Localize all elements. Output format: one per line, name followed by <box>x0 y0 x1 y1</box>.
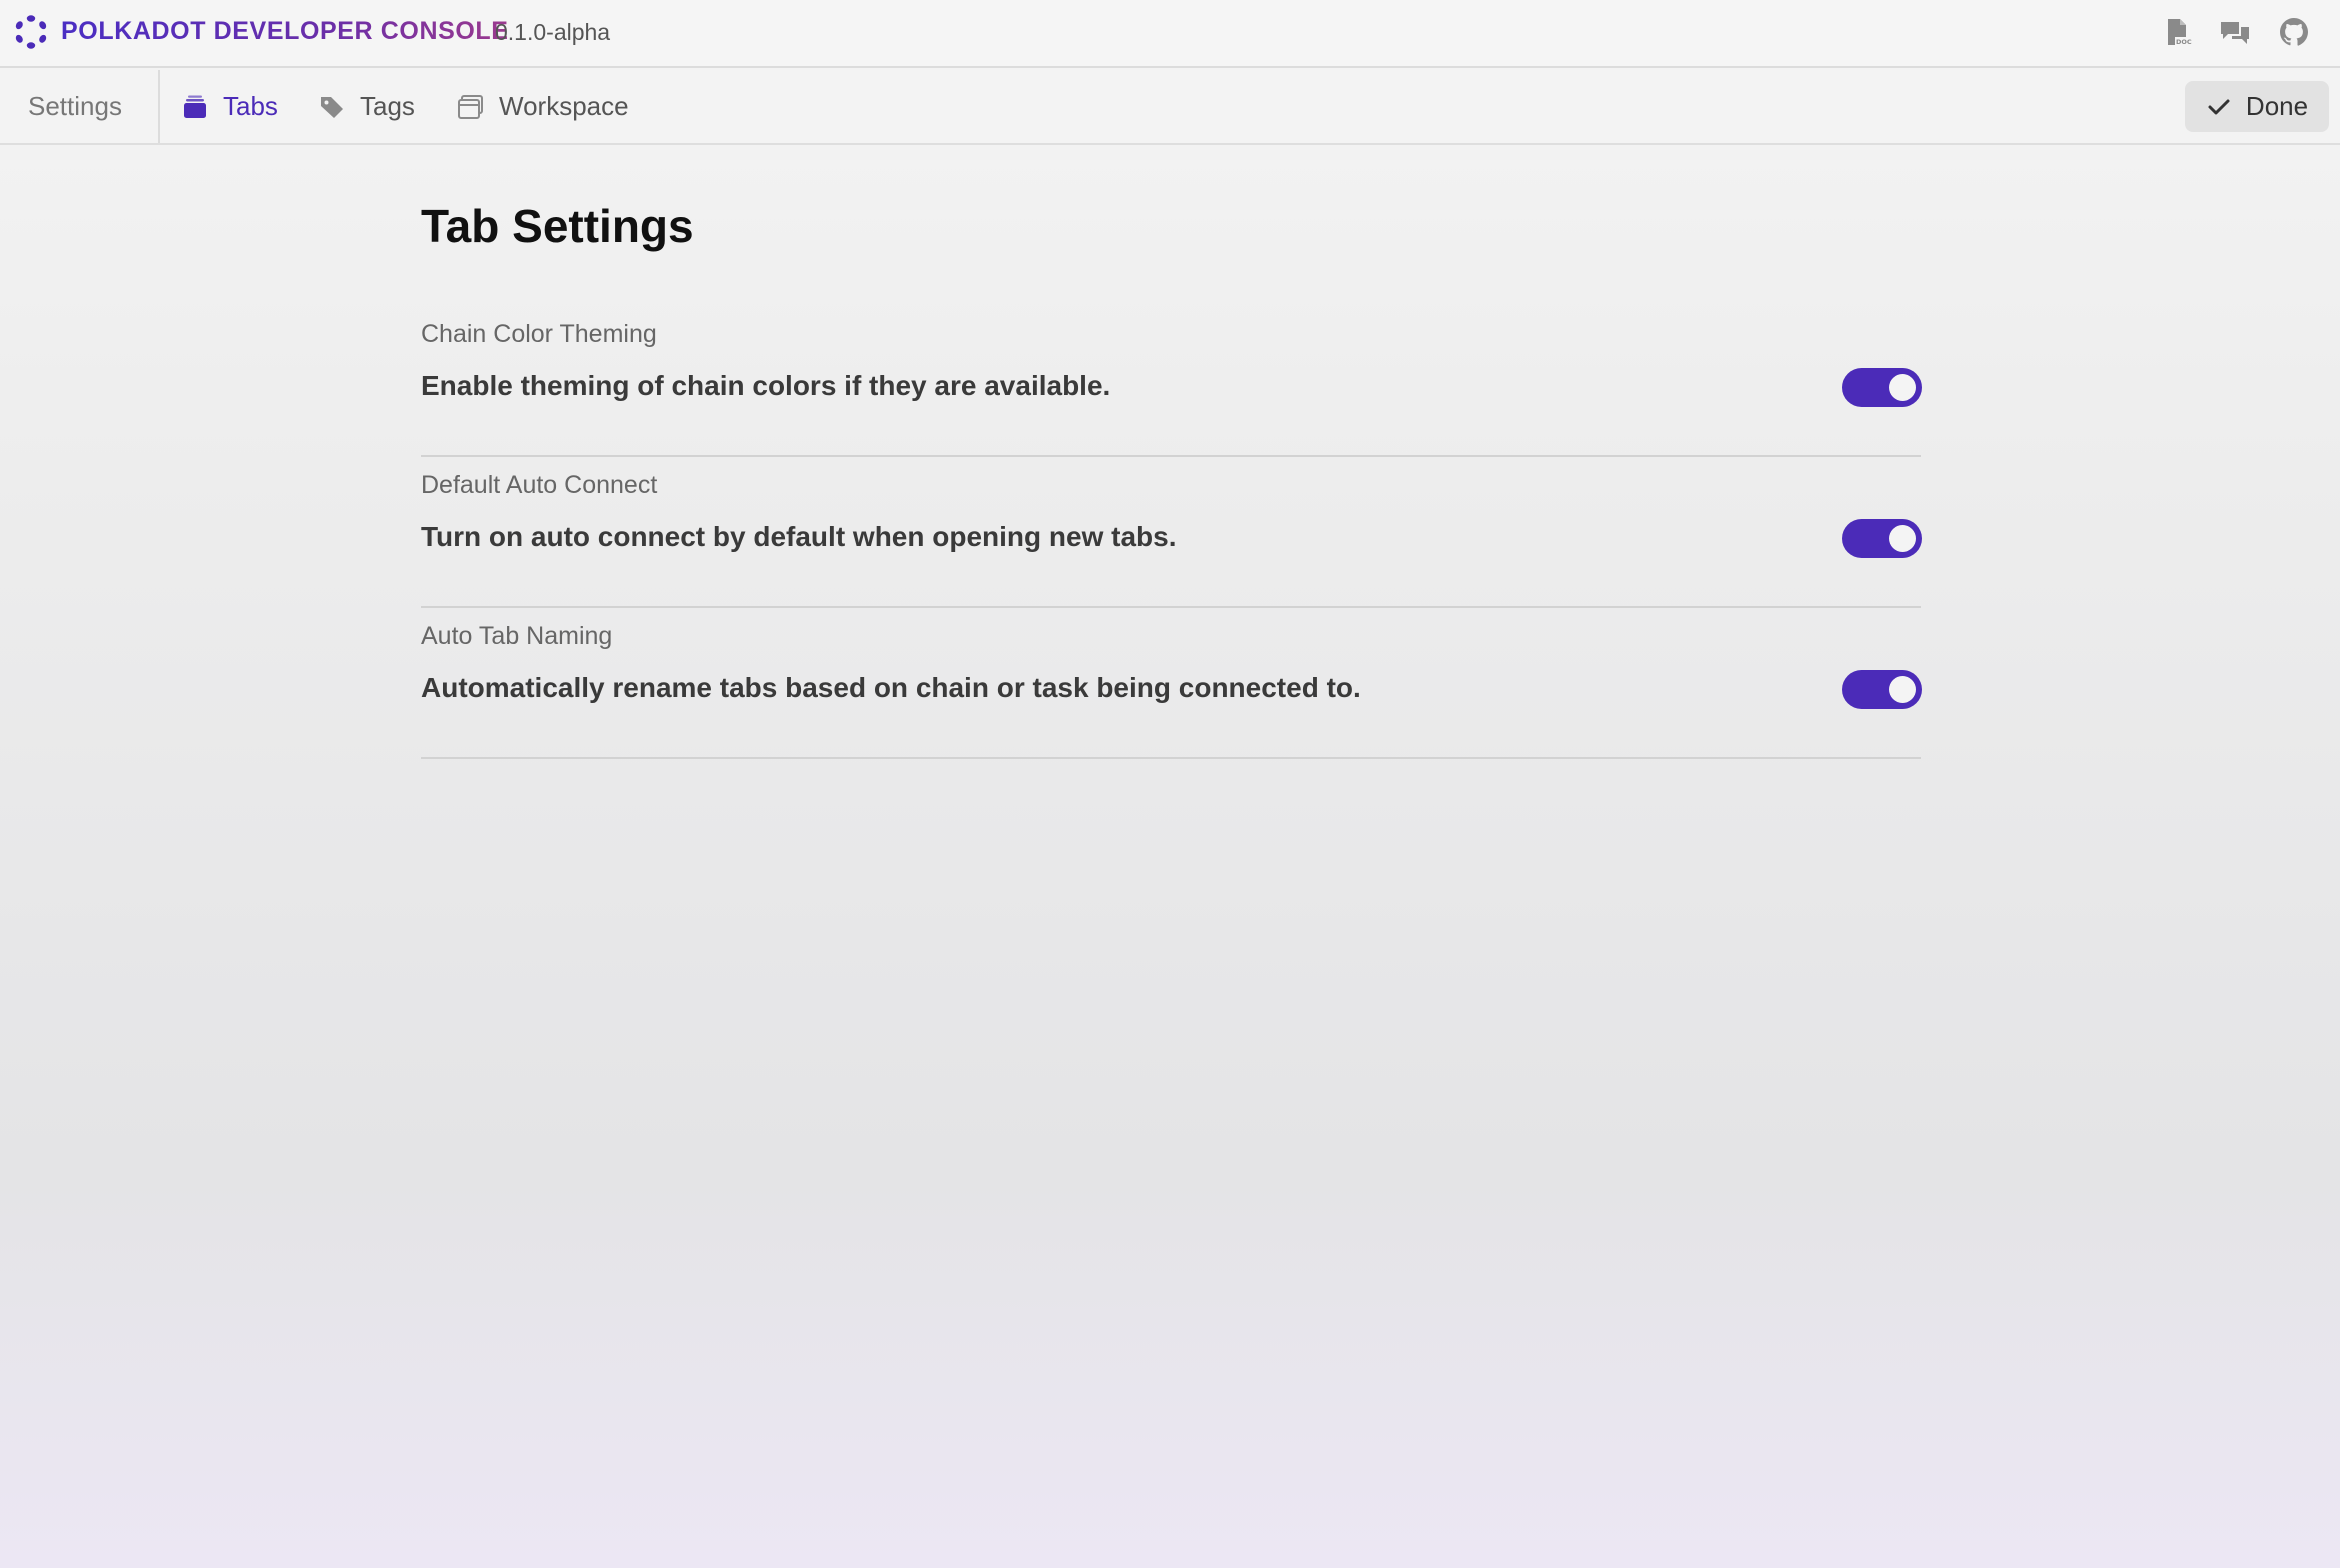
app-version: 0.1.0-alpha <box>495 19 611 45</box>
setting-auto-tab-naming: Auto Tab Naming Automatically rename tab… <box>421 608 1922 759</box>
tab-workspace[interactable]: Workspace <box>457 70 629 143</box>
tabs-icon <box>181 93 209 121</box>
checkmark-icon <box>2208 99 2230 114</box>
setting-chain-color-theming: Chain Color Theming Enable theming of ch… <box>421 306 1922 457</box>
polkadot-logo-icon <box>15 15 47 49</box>
chain-color-theming-toggle[interactable] <box>1842 368 1922 407</box>
toggle-knob <box>1889 374 1916 401</box>
default-auto-connect-toggle[interactable] <box>1842 519 1922 558</box>
setting-label: Auto Tab Naming <box>421 622 613 650</box>
page-title: Tab Settings <box>421 200 694 252</box>
tab-tabs[interactable]: Tabs <box>181 70 278 143</box>
setting-description: Turn on auto connect by default when ope… <box>421 521 1177 552</box>
done-button-label: Done <box>2245 91 2309 121</box>
settings-section-label: Settings <box>0 70 160 143</box>
chat-icon[interactable] <box>2219 16 2251 48</box>
github-icon[interactable] <box>2278 16 2310 48</box>
setting-label: Chain Color Theming <box>421 320 657 348</box>
title-bar: POLKADOT DEVELOPER CONSOLE 0.1.0-alpha D… <box>0 0 2340 68</box>
auto-tab-naming-toggle[interactable] <box>1842 670 1922 709</box>
setting-default-auto-connect: Default Auto Connect Turn on auto connec… <box>421 457 1922 608</box>
settings-content: Tab Settings Chain Color Theming Enable … <box>421 196 1922 759</box>
toggle-knob <box>1889 676 1916 703</box>
tab-tabs-label: Tabs <box>223 91 278 121</box>
tab-workspace-label: Workspace <box>499 91 629 121</box>
setting-description: Enable theming of chain colors if they a… <box>421 370 1111 401</box>
setting-description: Automatically rename tabs based on chain… <box>421 672 1361 703</box>
tag-icon <box>318 93 346 121</box>
setting-label: Default Auto Connect <box>421 471 658 499</box>
tab-tags[interactable]: Tags <box>318 70 415 143</box>
tab-tags-label: Tags <box>360 91 415 121</box>
app-title: POLKADOT DEVELOPER CONSOLE <box>61 17 509 45</box>
done-button[interactable]: Done <box>2185 81 2329 132</box>
toggle-knob <box>1889 525 1916 552</box>
settings-nav-bar: Settings Tabs Tags Workspace Done <box>0 70 2340 145</box>
settings-list: Chain Color Theming Enable theming of ch… <box>421 306 1922 759</box>
docs-icon[interactable]: DOC <box>2161 16 2193 48</box>
svg-text:DOC: DOC <box>2176 38 2192 46</box>
workspace-icon <box>457 93 485 121</box>
